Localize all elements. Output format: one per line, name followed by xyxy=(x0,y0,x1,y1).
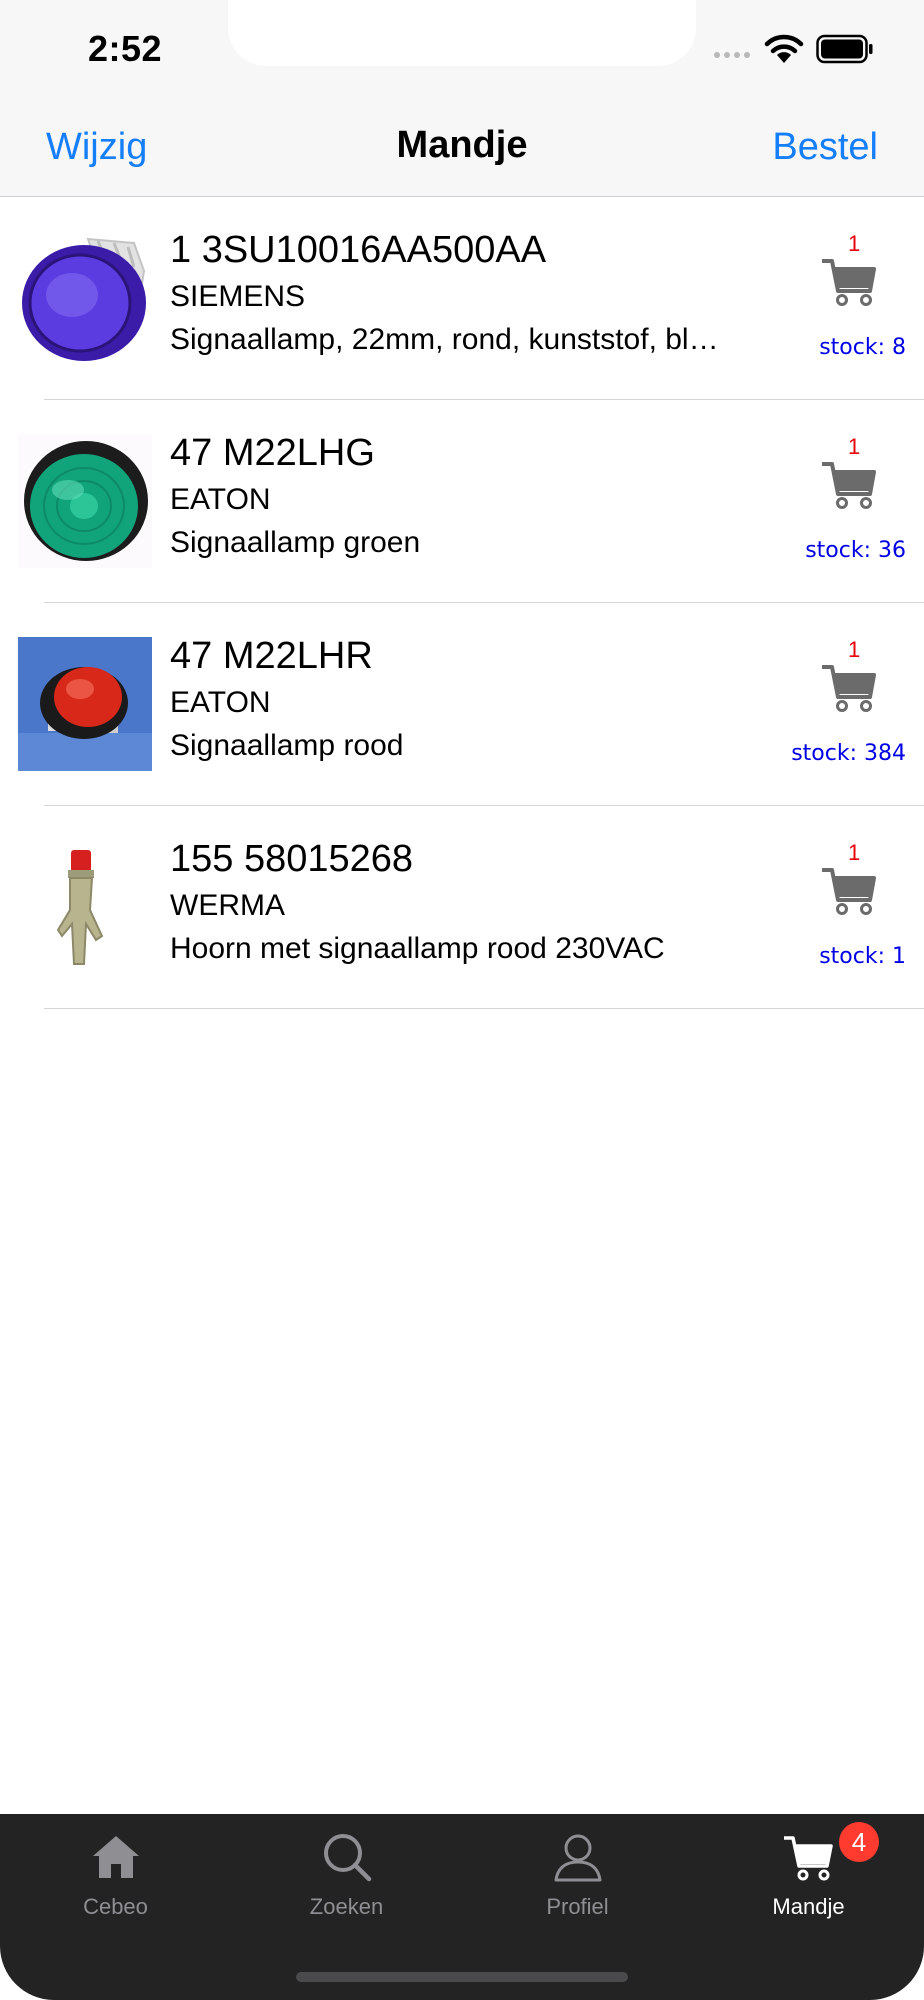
cart-icon[interactable] xyxy=(820,661,878,713)
cart-icon[interactable] xyxy=(820,458,878,510)
basket-list: 1 3SU10016AA500AA SIEMENS Signaallamp, 2… xyxy=(0,197,924,1009)
purple-signal-lamp-image xyxy=(18,231,152,365)
cart-icon[interactable] xyxy=(820,255,878,307)
tab-mandje[interactable]: 4 Mandje xyxy=(693,1814,924,1934)
product-brand: EATON xyxy=(170,686,271,719)
basket-item[interactable]: 47 M22LHG EATON Signaallamp groen 1 stoc… xyxy=(0,400,924,603)
profile-icon xyxy=(554,1834,602,1882)
tab-profiel[interactable]: Profiel xyxy=(462,1814,693,1934)
cart-count-badge: 4 xyxy=(839,1822,879,1862)
product-code: 47 M22LHR xyxy=(170,635,373,677)
stock-label: stock: 1 xyxy=(819,944,906,969)
product-description: Signaallamp rood xyxy=(170,729,404,762)
navigation-bar: Wijzig Mandje Bestel xyxy=(0,100,924,197)
cart-icon[interactable] xyxy=(820,864,878,916)
notch xyxy=(228,0,696,66)
product-brand: SIEMENS xyxy=(170,280,306,313)
product-code: 1 3SU10016AA500AA xyxy=(170,229,547,271)
search-icon xyxy=(324,1834,372,1882)
battery-icon xyxy=(816,34,873,64)
row-divider xyxy=(44,1008,924,1009)
home-indicator xyxy=(296,1972,628,1982)
product-brand: EATON xyxy=(170,483,271,516)
quantity-label: 1 xyxy=(848,231,861,256)
tab-label: Cebeo xyxy=(83,1894,148,1919)
tab-label: Profiel xyxy=(546,1894,609,1919)
cart-icon xyxy=(784,1836,833,1881)
product-description: Signaallamp groen xyxy=(170,526,421,559)
product-code: 47 M22LHG xyxy=(170,432,375,474)
tab-label: Mandje xyxy=(772,1894,845,1919)
quantity-label: 1 xyxy=(848,840,861,865)
horn-with-lamp-image xyxy=(18,840,152,974)
stock-label: stock: 384 xyxy=(791,741,906,766)
red-signal-lamp-image xyxy=(18,637,152,771)
stock-label: stock: 8 xyxy=(819,335,906,360)
stock-label: stock: 36 xyxy=(805,538,906,563)
tab-label: Zoeken xyxy=(309,1894,384,1919)
product-description: Signaallamp, 22mm, rond, kunststof, blau… xyxy=(170,323,730,356)
product-description: Hoorn met signaallamp rood 230VAC xyxy=(170,932,665,965)
status-time: 2:52 xyxy=(88,28,163,69)
green-signal-lamp-image xyxy=(18,434,152,568)
basket-item[interactable]: 1 3SU10016AA500AA SIEMENS Signaallamp, 2… xyxy=(0,197,924,400)
cellular-signal-icon xyxy=(714,52,750,58)
tab-cebeo[interactable]: Cebeo xyxy=(0,1814,231,1934)
basket-item[interactable]: 155 58015268 WERMA Hoorn met signaallamp… xyxy=(0,806,924,1009)
basket-item[interactable]: 47 M22LHR EATON Signaallamp rood 1 stock… xyxy=(0,603,924,806)
quantity-label: 1 xyxy=(848,434,861,459)
order-button[interactable]: Bestel xyxy=(772,126,878,169)
quantity-label: 1 xyxy=(848,637,861,662)
tab-zoeken[interactable]: Zoeken xyxy=(231,1814,462,1934)
product-brand: WERMA xyxy=(170,889,285,922)
product-code: 155 58015268 xyxy=(170,838,414,880)
home-icon xyxy=(93,1836,139,1878)
wifi-icon xyxy=(764,34,804,63)
status-bar: 2:52 xyxy=(0,0,924,100)
